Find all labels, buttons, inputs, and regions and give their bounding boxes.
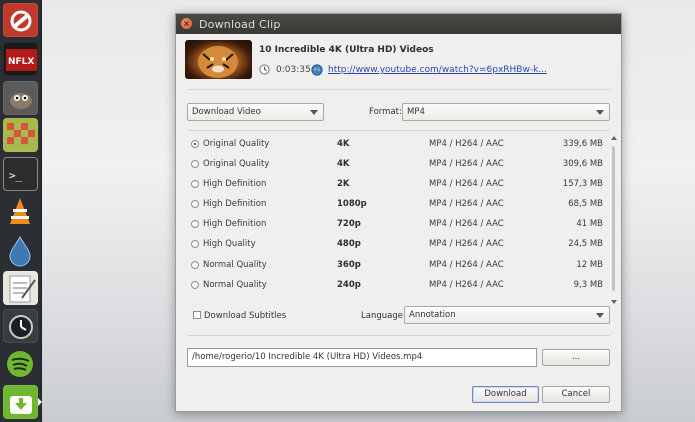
dialog-title: Download Clip (199, 18, 281, 31)
video-url-link[interactable]: http://www.youtube.com/watch?v=6pxRHBw-k… (328, 65, 547, 75)
water-drop-icon[interactable] (3, 233, 38, 267)
separator (187, 130, 610, 131)
gimp-icon[interactable] (3, 81, 38, 115)
format-value: MP4 (407, 107, 425, 117)
language-value: Annotation (409, 310, 456, 320)
quality-row[interactable]: High Quality 480p MP4 / H264 / AAC 24,5 … (187, 234, 607, 254)
quality-row[interactable]: High Definition 720p MP4 / H264 / AAC 41… (187, 214, 607, 234)
video-title: 10 Incredible 4K (Ultra HD) Videos (259, 45, 434, 55)
spotify-icon[interactable] (3, 347, 38, 381)
scroll-up-icon[interactable] (611, 136, 617, 140)
save-path-field[interactable]: /home/rogerio/10 Incredible 4K (Ultra HD… (187, 348, 537, 367)
quality-resolution: 720p (337, 219, 361, 229)
quality-radio[interactable] (191, 261, 199, 269)
quality-radio[interactable] (191, 180, 199, 188)
quality-format: MP4 / H264 / AAC (429, 239, 504, 249)
chevron-down-icon (596, 110, 604, 115)
vlc-icon[interactable] (3, 195, 38, 229)
chevron-down-icon (310, 110, 318, 115)
quality-row[interactable]: High Definition 1080p MP4 / H264 / AAC 6… (187, 194, 607, 214)
svg-text:>_: >_ (9, 169, 23, 182)
video-duration: 0:03:35 (276, 65, 311, 75)
download-clip-dialog: × Download Clip 10 Incredible 4K (Ultra … (175, 13, 622, 412)
download-subtitles-checkbox[interactable] (193, 311, 201, 319)
quality-name: High Quality (203, 239, 256, 249)
quality-format: MP4 / H264 / AAC (429, 199, 504, 209)
quality-format: MP4 / H264 / AAC (429, 260, 504, 270)
dialog-titlebar: × Download Clip (176, 14, 621, 34)
format-dropdown[interactable]: MP4 (402, 103, 610, 121)
quality-format: MP4 / H264 / AAC (429, 179, 504, 189)
quality-radio[interactable] (191, 281, 199, 289)
clock-icon (259, 64, 270, 75)
download-button[interactable]: Download (472, 386, 539, 403)
close-button[interactable]: × (181, 18, 192, 29)
separator (187, 335, 610, 336)
separator (187, 89, 610, 90)
quality-radio[interactable] (191, 160, 199, 168)
quality-size: 12 MB (576, 260, 603, 270)
checkers-icon[interactable] (3, 118, 38, 152)
terminal-icon[interactable]: >_ (3, 157, 38, 191)
quality-resolution: 360p (337, 260, 361, 270)
video-thumbnail (185, 40, 252, 79)
quality-list: Original Quality 4K MP4 / H264 / AAC 339… (187, 134, 621, 304)
netflix-icon[interactable]: NFLX (3, 42, 38, 76)
cancel-button[interactable]: Cancel (542, 386, 610, 403)
browse-button[interactable]: ... (542, 349, 610, 366)
quality-size: 339,6 MB (562, 139, 603, 149)
quality-resolution: 240p (337, 280, 361, 290)
quality-size: 68,5 MB (568, 199, 603, 209)
quality-size: 24,5 MB (568, 239, 603, 249)
download-type-value: Download Video (192, 107, 261, 117)
quality-resolution: 2K (337, 179, 350, 189)
system-settings-icon[interactable] (3, 3, 38, 37)
quality-size: 41 MB (576, 219, 603, 229)
quality-name: Normal Quality (203, 260, 267, 270)
quality-list-scrollbar[interactable] (610, 136, 618, 306)
quality-resolution: 4K (337, 159, 350, 169)
format-label: Format: (369, 107, 402, 117)
quality-format: MP4 / H264 / AAC (429, 219, 504, 229)
quality-row[interactable]: High Definition 2K MP4 / H264 / AAC 157,… (187, 174, 607, 194)
quality-format: MP4 / H264 / AAC (429, 159, 504, 169)
download-subtitles-label[interactable]: Download Subtitles (204, 311, 286, 321)
language-label: Language: (361, 311, 406, 321)
quality-name: Original Quality (203, 159, 270, 169)
quality-radio[interactable] (191, 140, 199, 148)
download-type-dropdown[interactable]: Download Video (187, 103, 324, 121)
svg-text:NFLX: NFLX (8, 57, 34, 67)
quality-name: High Definition (203, 219, 267, 229)
quality-size: 157,3 MB (562, 179, 603, 189)
launcher-panel: NFLX >_ (0, 0, 42, 422)
quality-format: MP4 / H264 / AAC (429, 280, 504, 290)
language-dropdown[interactable]: Annotation (404, 306, 610, 324)
download-app-icon[interactable] (3, 385, 38, 419)
text-editor-icon[interactable] (3, 271, 38, 305)
quality-size: 309,6 MB (562, 159, 603, 169)
quality-name: High Definition (203, 179, 267, 189)
quality-format: MP4 / H264 / AAC (429, 139, 504, 149)
quality-radio[interactable] (191, 200, 199, 208)
scrollbar-thumb[interactable] (612, 146, 615, 291)
quality-row[interactable]: Normal Quality 240p MP4 / H264 / AAC 9,3… (187, 275, 607, 295)
globe-icon (311, 64, 323, 76)
quality-resolution: 1080p (337, 199, 367, 209)
quality-row[interactable]: Original Quality 4K MP4 / H264 / AAC 339… (187, 134, 607, 154)
quality-name: Original Quality (203, 139, 270, 149)
clock-app-icon[interactable] (3, 309, 38, 343)
chevron-down-icon (596, 313, 604, 318)
quality-row[interactable]: Original Quality 4K MP4 / H264 / AAC 309… (187, 154, 607, 174)
quality-name: Normal Quality (203, 280, 267, 290)
quality-radio[interactable] (191, 240, 199, 248)
quality-name: High Definition (203, 199, 267, 209)
quality-radio[interactable] (191, 220, 199, 228)
quality-resolution: 480p (337, 239, 361, 249)
quality-resolution: 4K (337, 139, 350, 149)
quality-size: 9,3 MB (573, 280, 603, 290)
scroll-down-icon[interactable] (611, 300, 617, 304)
active-app-arrow (38, 398, 42, 406)
quality-row[interactable]: Normal Quality 360p MP4 / H264 / AAC 12 … (187, 255, 607, 275)
